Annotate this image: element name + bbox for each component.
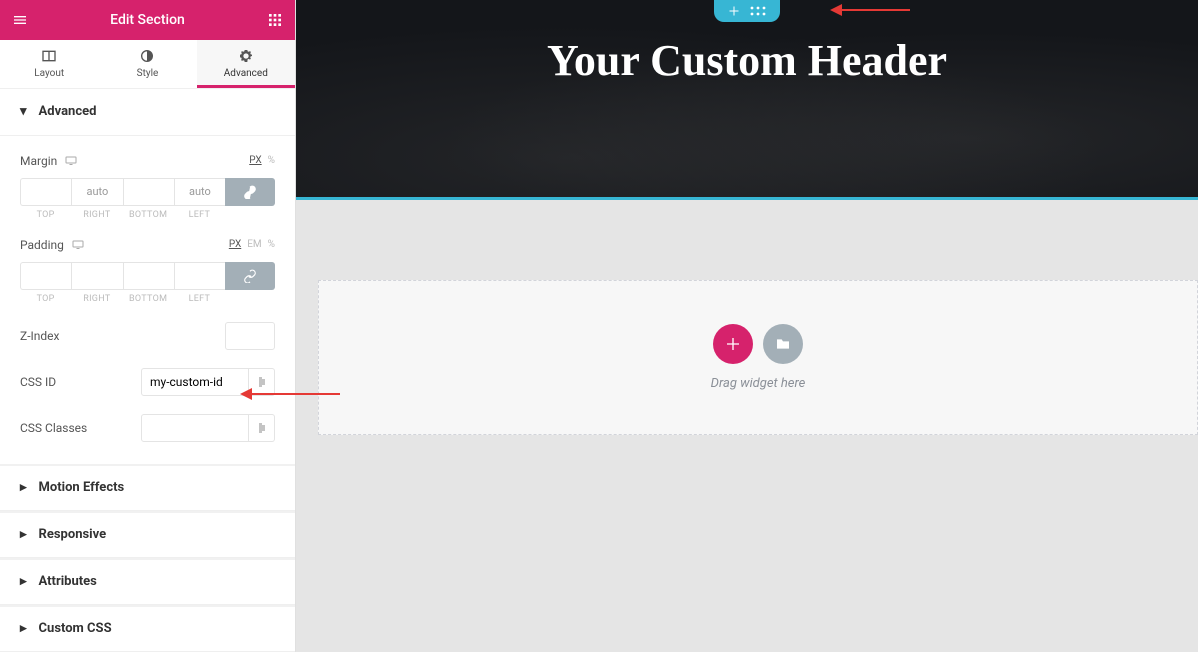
- sub-bottom: BOTTOM: [129, 210, 167, 220]
- apps-grid-icon[interactable]: [255, 0, 295, 40]
- gear-icon: [238, 48, 254, 64]
- sub-top: TOP: [37, 210, 55, 220]
- caret-right-icon: ▸: [20, 480, 27, 495]
- tab-label: Layout: [34, 68, 64, 79]
- section-title: Advanced: [39, 104, 97, 119]
- link-values-icon[interactable]: [225, 262, 275, 290]
- css-id-row: CSS ID: [20, 368, 275, 396]
- section-motion-effects-toggle[interactable]: ▸ Motion Effects: [0, 464, 295, 511]
- zindex-input[interactable]: [225, 322, 275, 350]
- dropzone[interactable]: Drag widget here: [318, 280, 1198, 435]
- padding-top-input[interactable]: [20, 262, 71, 290]
- tab-label: Advanced: [224, 68, 268, 79]
- margin-left-input[interactable]: [174, 178, 225, 206]
- section-title: Attributes: [39, 574, 97, 589]
- tab-layout[interactable]: Layout: [0, 40, 98, 88]
- section-custom-css-toggle[interactable]: ▸ Custom CSS: [0, 605, 295, 652]
- sub-right: RIGHT: [83, 294, 110, 304]
- columns-icon: [41, 48, 57, 64]
- padding-left-input[interactable]: [174, 262, 225, 290]
- panel-title: Edit Section: [40, 12, 255, 28]
- section-advanced-body: Margin PX % TOP RIGHT BOTTOM LEFT Paddin…: [0, 136, 295, 464]
- margin-bottom-input[interactable]: [123, 178, 174, 206]
- editor-canvas: Your Custom Header Drag widget here: [296, 0, 1198, 652]
- link-values-icon[interactable]: [225, 178, 275, 206]
- dynamic-tags-icon[interactable]: [249, 414, 275, 442]
- tab-advanced[interactable]: Advanced: [197, 40, 295, 88]
- add-widget-button[interactable]: [713, 324, 753, 364]
- section-title: Motion Effects: [39, 480, 125, 495]
- desktop-icon[interactable]: [72, 240, 84, 250]
- unit-pct[interactable]: %: [268, 239, 275, 250]
- panel-tabs: Layout Style Advanced: [0, 40, 295, 89]
- sub-right: RIGHT: [83, 210, 110, 220]
- hero-title: Your Custom Header: [296, 35, 1198, 86]
- unit-px[interactable]: PX: [249, 155, 261, 166]
- template-library-button[interactable]: [763, 324, 803, 364]
- panel-header: Edit Section: [0, 0, 295, 40]
- section-title: Responsive: [39, 527, 107, 542]
- tab-style[interactable]: Style: [98, 40, 196, 88]
- caret-right-icon: ▸: [20, 527, 27, 542]
- hero-section[interactable]: Your Custom Header: [296, 0, 1198, 200]
- sub-left: LEFT: [189, 294, 211, 304]
- zindex-row: Z-Index: [20, 322, 275, 350]
- padding-right-input[interactable]: [71, 262, 122, 290]
- css-classes-row: CSS Classes: [20, 414, 275, 442]
- editor-panel: Edit Section Layout Style Advanced ▾ Adv…: [0, 0, 296, 652]
- css-id-label: CSS ID: [20, 375, 141, 389]
- drag-handle-icon[interactable]: [750, 6, 766, 16]
- menu-icon[interactable]: [0, 0, 40, 40]
- margin-right-input[interactable]: [71, 178, 122, 206]
- dropzone-text: Drag widget here: [711, 376, 806, 391]
- section-responsive-toggle[interactable]: ▸ Responsive: [0, 511, 295, 558]
- caret-down-icon: ▾: [20, 104, 27, 119]
- margin-label: Margin: [20, 154, 57, 168]
- padding-bottom-input[interactable]: [123, 262, 174, 290]
- contrast-icon: [139, 48, 155, 64]
- unit-px[interactable]: PX: [229, 239, 241, 250]
- tab-label: Style: [137, 68, 159, 79]
- dynamic-tags-icon[interactable]: [249, 368, 275, 396]
- padding-label: Padding: [20, 238, 64, 252]
- sub-left: LEFT: [189, 210, 211, 220]
- desktop-icon[interactable]: [65, 156, 77, 166]
- zindex-label: Z-Index: [20, 329, 225, 343]
- add-section-icon[interactable]: [728, 5, 740, 17]
- css-classes-label: CSS Classes: [20, 421, 141, 435]
- section-title: Custom CSS: [39, 621, 112, 636]
- unit-em[interactable]: EM: [247, 239, 261, 250]
- sub-top: TOP: [37, 294, 55, 304]
- css-classes-input[interactable]: [141, 414, 249, 442]
- padding-row: Padding PX EM % TOP RIGHT BOTTOM LEFT: [20, 238, 275, 304]
- caret-right-icon: ▸: [20, 574, 27, 589]
- css-id-input[interactable]: [141, 368, 249, 396]
- sub-bottom: BOTTOM: [129, 294, 167, 304]
- unit-pct[interactable]: %: [268, 155, 275, 166]
- margin-row: Margin PX % TOP RIGHT BOTTOM LEFT: [20, 154, 275, 220]
- caret-right-icon: ▸: [20, 621, 27, 636]
- section-attributes-toggle[interactable]: ▸ Attributes: [0, 558, 295, 605]
- section-handle[interactable]: [714, 0, 780, 22]
- margin-top-input[interactable]: [20, 178, 71, 206]
- section-advanced-toggle[interactable]: ▾ Advanced: [0, 89, 295, 136]
